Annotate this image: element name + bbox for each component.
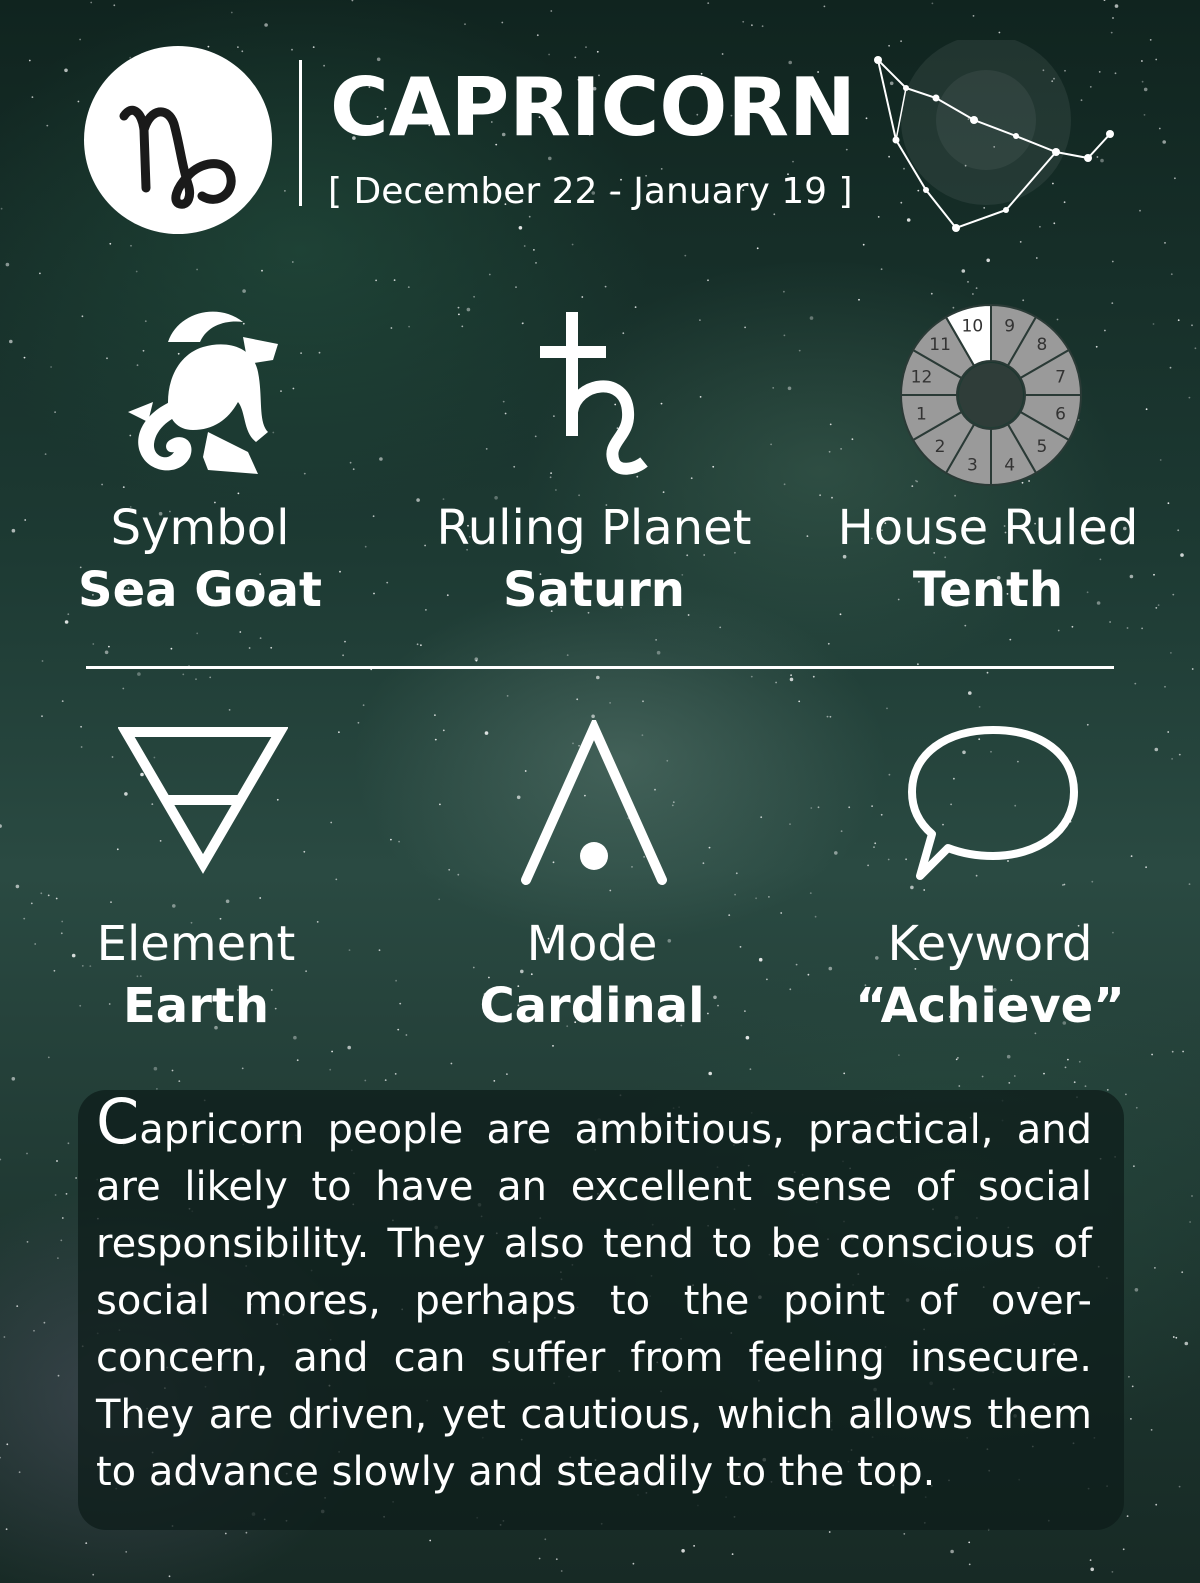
house-wheel-number: 9 — [1004, 316, 1015, 336]
sign-title: CAPRICORN — [330, 61, 856, 154]
saturn-icon — [540, 312, 648, 475]
house-wheel-icon: 10 9876543211211 — [899, 303, 1083, 487]
earth-element-icon — [118, 727, 288, 874]
element-info: Element Earth — [16, 914, 376, 1038]
capricorn-constellation-icon — [874, 40, 1114, 232]
house-wheel-number: 8 — [1036, 335, 1047, 355]
planet-info: Ruling Planet Saturn — [414, 498, 774, 622]
house-wheel-number: 4 — [1004, 456, 1015, 476]
house-info: House Ruled Tenth — [808, 498, 1168, 622]
house-value: Tenth — [912, 562, 1064, 618]
description-text: Capricorn people are ambitious, practica… — [96, 1091, 1092, 1501]
symbol-value: Sea Goat — [78, 562, 322, 618]
section-divider — [86, 666, 1114, 669]
keyword-info: Keyword “Achieve” — [810, 914, 1170, 1038]
house-wheel-number: 3 — [967, 456, 978, 476]
house-wheel-number: 11 — [929, 335, 951, 355]
house-wheel-number: 5 — [1036, 437, 1047, 457]
mode-label: Mode — [526, 916, 658, 972]
drop-cap: C — [96, 1085, 140, 1158]
speech-bubble-icon — [908, 726, 1078, 880]
house-wheel-number: 12 — [911, 367, 933, 387]
sea-goat-icon — [128, 311, 278, 474]
house-wheel-number: 1 — [916, 405, 927, 425]
symbol-info: Symbol Sea Goat — [20, 498, 380, 622]
house-wheel-number: 7 — [1055, 367, 1066, 387]
element-value: Earth — [123, 978, 269, 1034]
header-divider — [299, 60, 302, 206]
house-wheel-number: 2 — [935, 437, 946, 457]
planet-label: Ruling Planet — [436, 500, 752, 556]
symbol-label: Symbol — [110, 500, 290, 556]
date-range: [ December 22 - January 19 ] — [328, 171, 853, 212]
description-body: apricorn people are ambitious, practical… — [96, 1107, 1092, 1495]
cardinal-mode-icon — [521, 720, 667, 885]
capricorn-sign-logo — [84, 46, 272, 234]
house-label: House Ruled — [837, 500, 1139, 556]
keyword-value: “Achieve” — [855, 978, 1125, 1034]
capricorn-glyph-icon — [119, 105, 236, 209]
element-label: Element — [96, 916, 296, 972]
house-wheel-number: 6 — [1055, 405, 1066, 425]
keyword-label: Keyword — [887, 916, 1093, 972]
mode-value: Cardinal — [479, 978, 705, 1034]
house-wheel-hub — [959, 363, 1023, 427]
mode-info: Mode Cardinal — [412, 914, 772, 1038]
planet-value: Saturn — [503, 562, 685, 618]
house-wheel-number: 10 — [962, 316, 984, 336]
